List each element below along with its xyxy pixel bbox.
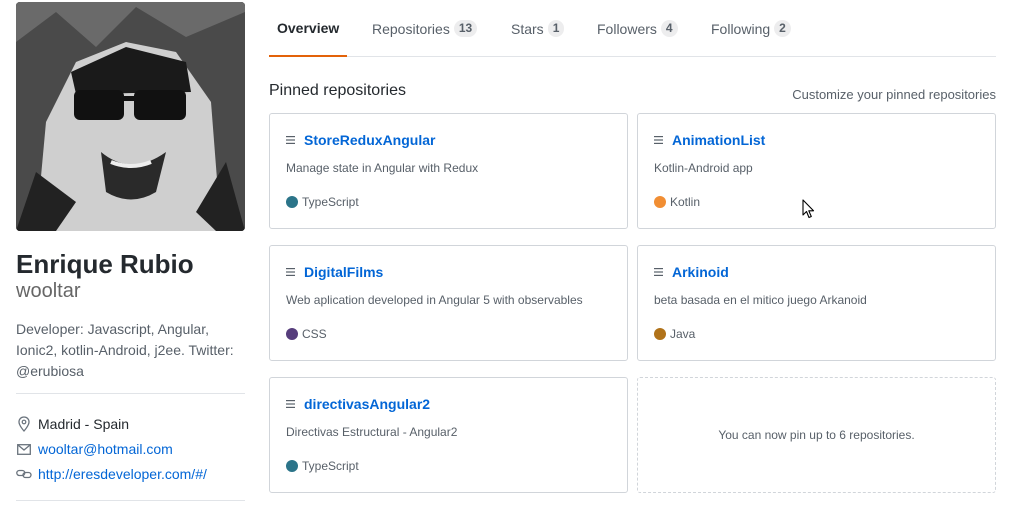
language-color-dot [286, 196, 298, 208]
repo-language: TypeScript [286, 459, 359, 473]
language-color-dot [654, 328, 666, 340]
repo-description: beta basada en el mitico juego Arkanoid [654, 293, 867, 307]
tab-stars[interactable]: Stars 1 [503, 0, 572, 57]
repo-icon [286, 268, 295, 276]
repo-icon [286, 136, 295, 144]
location-text: Madrid - Spain [38, 416, 130, 432]
customize-pinned-link[interactable]: Customize your pinned repositories [792, 87, 996, 102]
tab-following[interactable]: Following 2 [703, 0, 799, 57]
language-label: TypeScript [302, 459, 359, 473]
profile-location: Madrid - Spain [16, 414, 129, 434]
avatar[interactable] [16, 2, 245, 231]
profile-username: wooltar [16, 280, 81, 302]
repo-description: Directivas Estructural - Angular2 [286, 425, 458, 439]
tab-overview[interactable]: Overview [269, 0, 348, 57]
tab-counter: 4 [660, 20, 678, 37]
repo-icon [654, 268, 663, 276]
language-label: CSS [302, 327, 327, 341]
mail-icon [16, 441, 32, 457]
tab-counter: 1 [547, 20, 565, 37]
website-link[interactable]: http://eresdeveloper.com/#/ [38, 466, 207, 482]
location-pin-icon [16, 416, 32, 432]
mouse-cursor-icon [802, 199, 815, 219]
profile-fullname: Enrique Rubio [16, 249, 194, 279]
language-label: Kotlin [670, 195, 701, 209]
tab-label: Followers [597, 20, 657, 37]
repo-card: DigitalFilms Web aplication developed in… [269, 245, 628, 361]
repo-icon [286, 400, 295, 408]
repo-card: Arkinoid beta basada en el mitico juego … [637, 245, 996, 361]
repo-name-link[interactable]: directivasAngular2 [304, 396, 430, 412]
tab-followers[interactable]: Followers 4 [589, 0, 686, 57]
language-label: Java [670, 327, 696, 341]
language-label: TypeScript [302, 195, 359, 209]
tab-label: Stars [511, 20, 544, 37]
tab-label: Following [711, 20, 771, 37]
repo-description: Manage state in Angular with Redux [286, 161, 479, 175]
tab-label: Overview [277, 19, 340, 36]
repo-description: Web aplication developed in Angular 5 wi… [286, 293, 583, 307]
repo-language: CSS [286, 327, 327, 341]
empty-pin-text: You can now pin up to 6 repositories. [718, 428, 915, 442]
email-link[interactable]: wooltar@hotmail.com [38, 441, 173, 457]
repo-card: directivasAngular2 Directivas Estructura… [269, 377, 628, 493]
empty-pin-slot: You can now pin up to 6 repositories. [637, 377, 996, 493]
repo-icon [654, 136, 663, 144]
divider [16, 500, 245, 501]
tab-counter: 13 [453, 20, 478, 37]
language-color-dot [654, 196, 666, 208]
divider [16, 393, 245, 394]
tab-repositories[interactable]: Repositories 13 [364, 0, 485, 57]
language-color-dot [286, 328, 298, 340]
repo-language: Java [654, 327, 695, 341]
repo-name-link[interactable]: DigitalFilms [304, 264, 383, 280]
profile-tabs: Overview Repositories 13 Stars 1 Followe… [269, 0, 996, 57]
profile-bio: Developer: Javascript, Angular, Ionic2, … [16, 321, 234, 379]
repo-name-link[interactable]: AnimationList [672, 132, 765, 148]
repo-language: TypeScript [286, 195, 359, 209]
language-color-dot [286, 460, 298, 472]
tab-label: Repositories [372, 20, 450, 37]
pinned-title: Pinned repositories [269, 82, 406, 99]
repo-language: Kotlin [654, 195, 700, 209]
link-icon [16, 466, 32, 482]
profile-website: http://eresdeveloper.com/#/ [16, 464, 207, 484]
repo-card: StoreReduxAngular Manage state in Angula… [269, 113, 628, 229]
repo-name-link[interactable]: StoreReduxAngular [304, 132, 435, 148]
profile-email: wooltar@hotmail.com [16, 439, 173, 459]
repo-card: AnimationList Kotlin-Android app Kotlin [637, 113, 996, 229]
tab-counter: 2 [774, 20, 791, 37]
repo-description: Kotlin-Android app [654, 161, 753, 175]
repo-name-link[interactable]: Arkinoid [672, 264, 729, 280]
